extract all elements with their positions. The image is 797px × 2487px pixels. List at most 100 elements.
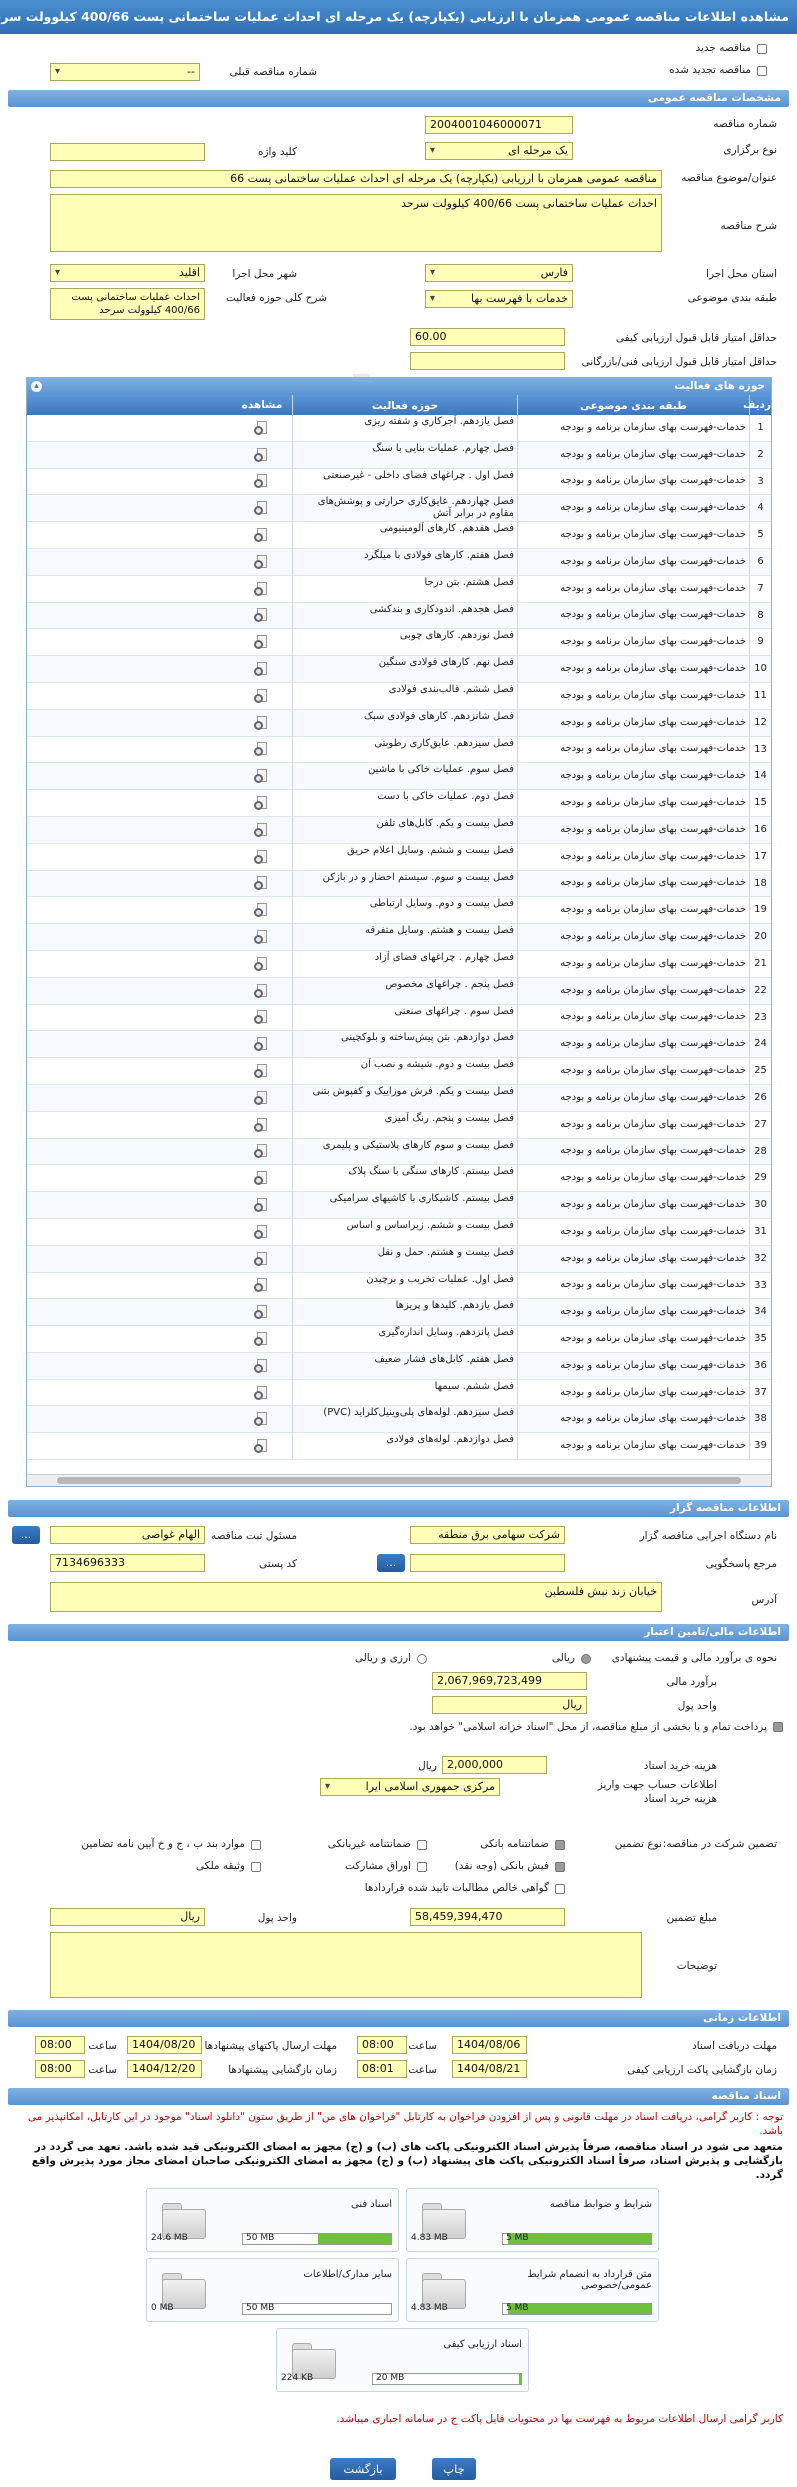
view-icon[interactable] bbox=[254, 1358, 270, 1374]
activity-field[interactable]: احداث عملیات ساختمانی پست 400/66 کیلوولت… bbox=[50, 288, 205, 320]
row-view[interactable] bbox=[232, 1192, 292, 1218]
row-view[interactable] bbox=[232, 1031, 292, 1057]
view-icon[interactable] bbox=[254, 554, 270, 570]
doc-fee-field[interactable]: 2,000,000 bbox=[442, 1756, 547, 1774]
view-icon[interactable] bbox=[254, 795, 270, 811]
prev-number-select[interactable]: -- bbox=[50, 63, 200, 81]
ref-more-button[interactable]: ... bbox=[377, 1554, 405, 1572]
view-icon[interactable] bbox=[254, 902, 270, 918]
view-icon[interactable] bbox=[254, 688, 270, 704]
view-icon[interactable] bbox=[254, 956, 270, 972]
notes-field[interactable] bbox=[50, 1932, 642, 1998]
send-deadline-date[interactable]: 1404/08/20 bbox=[127, 2036, 202, 2054]
property-checkbox[interactable] bbox=[251, 1862, 261, 1872]
offer-open-date[interactable]: 1404/12/20 bbox=[127, 2060, 202, 2078]
view-icon[interactable] bbox=[254, 1143, 270, 1159]
row-view[interactable] bbox=[232, 951, 292, 977]
officer-more-button[interactable]: ... bbox=[12, 1526, 40, 1544]
row-view[interactable] bbox=[232, 629, 292, 655]
send-deadline-time[interactable]: 08:00 bbox=[35, 2036, 85, 2054]
row-view[interactable] bbox=[232, 1112, 292, 1138]
row-view[interactable] bbox=[232, 1165, 292, 1191]
nonbank-guarantee-checkbox[interactable] bbox=[417, 1840, 427, 1850]
offer-open-time[interactable]: 08:00 bbox=[35, 2060, 85, 2078]
row-view[interactable] bbox=[232, 1246, 292, 1272]
tender-type-select[interactable]: یک مرحله ای bbox=[425, 142, 573, 160]
claims-checkbox[interactable] bbox=[555, 1884, 565, 1894]
view-icon[interactable] bbox=[254, 473, 270, 489]
treasury-checkbox[interactable] bbox=[773, 1722, 783, 1732]
horizontal-scrollbar[interactable] bbox=[27, 1474, 771, 1486]
currency-field[interactable]: ریال bbox=[432, 1696, 587, 1714]
row-view[interactable] bbox=[232, 1085, 292, 1111]
view-icon[interactable] bbox=[254, 741, 270, 757]
min-quality-field[interactable]: 60.00 bbox=[410, 328, 565, 346]
view-icon[interactable] bbox=[254, 581, 270, 597]
view-icon[interactable] bbox=[254, 1090, 270, 1106]
row-view[interactable] bbox=[232, 924, 292, 950]
cash-checkbox[interactable] bbox=[555, 1862, 565, 1872]
quality-open-date[interactable]: 1404/08/21 bbox=[452, 2060, 527, 2078]
row-view[interactable] bbox=[232, 737, 292, 763]
category-select[interactable]: خدمات با فهرست بها bbox=[425, 290, 573, 308]
view-icon[interactable] bbox=[254, 447, 270, 463]
row-view[interactable] bbox=[232, 656, 292, 682]
clause-checkbox[interactable] bbox=[251, 1840, 261, 1850]
row-view[interactable] bbox=[232, 1005, 292, 1031]
view-icon[interactable] bbox=[254, 420, 270, 436]
view-icon[interactable] bbox=[254, 849, 270, 865]
row-view[interactable] bbox=[232, 1299, 292, 1325]
view-icon[interactable] bbox=[254, 1385, 270, 1401]
doc-card-quality[interactable]: اسناد ارزیابی کیفی 20 MB 224 KB bbox=[276, 2328, 529, 2392]
doc-deadline-date[interactable]: 1404/08/06 bbox=[452, 2036, 527, 2054]
doc-card-conditions[interactable]: شرایط و ضوابط مناقصه 5 MB 4.83 MB bbox=[406, 2188, 659, 2252]
back-button[interactable]: بازگشت bbox=[330, 2458, 396, 2480]
row-view[interactable] bbox=[232, 1219, 292, 1245]
doc-card-contract[interactable]: متن قرارداد به انضمام شرایط عمومی/خصوصی … bbox=[406, 2258, 659, 2322]
view-icon[interactable] bbox=[254, 1170, 270, 1186]
view-icon[interactable] bbox=[254, 1438, 270, 1454]
guarantee-currency-field[interactable]: ریال bbox=[50, 1908, 205, 1926]
row-view[interactable] bbox=[232, 603, 292, 629]
row-view[interactable] bbox=[232, 415, 292, 441]
tender-number-field[interactable]: 2004001046000071 bbox=[425, 116, 573, 134]
officer-field[interactable]: الهام غواصی bbox=[50, 1526, 205, 1544]
estimate-field[interactable]: 2,067,969,723,499 bbox=[432, 1672, 587, 1690]
view-icon[interactable] bbox=[254, 634, 270, 650]
view-icon[interactable] bbox=[254, 1411, 270, 1427]
postal-field[interactable]: 7134696333 bbox=[50, 1554, 205, 1572]
renewed-tender-checkbox[interactable] bbox=[757, 66, 767, 76]
row-view[interactable] bbox=[232, 1353, 292, 1379]
row-view[interactable] bbox=[232, 549, 292, 575]
row-view[interactable] bbox=[232, 495, 292, 521]
row-view[interactable] bbox=[232, 1058, 292, 1084]
city-select[interactable]: اقلید bbox=[50, 264, 205, 282]
view-icon[interactable] bbox=[254, 715, 270, 731]
rial-radio[interactable] bbox=[581, 1654, 591, 1664]
row-view[interactable] bbox=[232, 871, 292, 897]
subject-field[interactable]: مناقصه عمومی همزمان با ارزیابی (یکپارچه)… bbox=[50, 170, 662, 188]
bank-guarantee-checkbox[interactable] bbox=[555, 1840, 565, 1850]
view-icon[interactable] bbox=[254, 929, 270, 945]
keyword-input[interactable] bbox=[50, 143, 205, 161]
row-view[interactable] bbox=[232, 844, 292, 870]
row-view[interactable] bbox=[232, 576, 292, 602]
guarantee-amount-field[interactable]: 58,459,394,470 bbox=[410, 1908, 565, 1926]
view-icon[interactable] bbox=[254, 1224, 270, 1240]
row-view[interactable] bbox=[232, 683, 292, 709]
doc-card-other[interactable]: سایر مدارک/اطلاعات 50 MB 0 MB bbox=[146, 2258, 399, 2322]
row-view[interactable] bbox=[232, 790, 292, 816]
view-icon[interactable] bbox=[254, 983, 270, 999]
row-view[interactable] bbox=[232, 897, 292, 923]
row-view[interactable] bbox=[232, 1433, 292, 1459]
view-icon[interactable] bbox=[254, 1197, 270, 1213]
row-view[interactable] bbox=[232, 1273, 292, 1299]
row-view[interactable] bbox=[232, 469, 292, 495]
view-icon[interactable] bbox=[254, 527, 270, 543]
province-select[interactable]: فارس bbox=[425, 264, 573, 282]
row-view[interactable] bbox=[232, 1139, 292, 1165]
scroll-thumb[interactable] bbox=[57, 1477, 741, 1484]
fx-radio[interactable] bbox=[417, 1654, 427, 1664]
row-view[interactable] bbox=[232, 1380, 292, 1406]
quality-open-time[interactable]: 08:01 bbox=[357, 2060, 407, 2078]
